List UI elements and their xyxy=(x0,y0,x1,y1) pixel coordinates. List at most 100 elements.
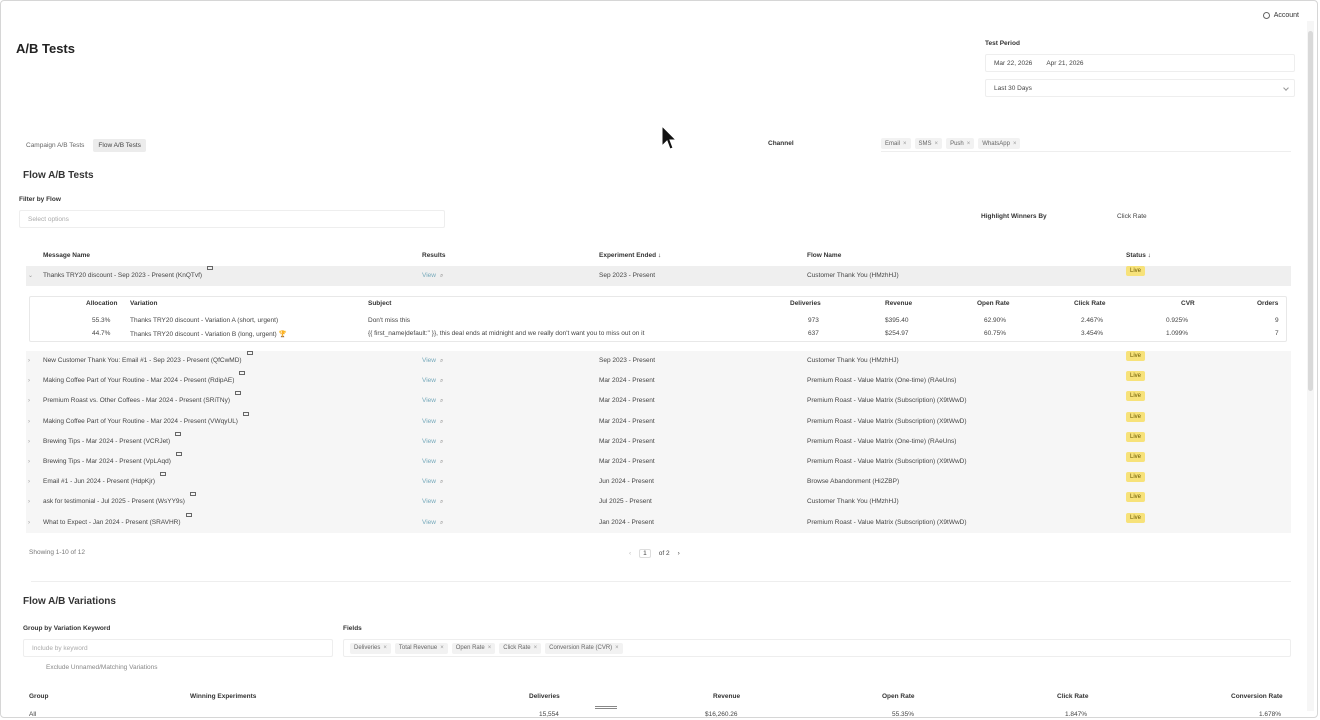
chevron-right-icon[interactable]: › xyxy=(28,432,30,452)
tab-campaign-ab-tests[interactable]: Campaign A/B Tests xyxy=(21,139,89,152)
channel-chip-email[interactable]: Email × xyxy=(881,138,911,149)
close-icon[interactable]: × xyxy=(534,645,538,651)
next-page-button[interactable]: › xyxy=(678,550,680,557)
close-icon[interactable]: × xyxy=(488,645,492,651)
field-chip-open-rate[interactable]: Open Rate × xyxy=(451,642,496,654)
status-badge: Live xyxy=(1126,411,1146,422)
click-rate: 2.467% xyxy=(1081,317,1104,324)
table-row[interactable]: › Brewing Tips - Mar 2024 - Present (VpL… xyxy=(26,451,1291,473)
cvr: 1.099% xyxy=(1166,330,1189,337)
exclude-checkbox[interactable]: Exclude Unnamed/Matching Variations xyxy=(46,664,158,671)
close-icon[interactable]: × xyxy=(935,141,939,147)
period-preset-select[interactable]: Last 30 Days xyxy=(985,79,1295,97)
col-flow-name[interactable]: Flow Name xyxy=(807,252,841,259)
chevron-right-icon[interactable]: › xyxy=(28,492,30,512)
account-menu[interactable]: Account xyxy=(1262,12,1299,19)
table-row[interactable]: › Making Coffee Part of Your Routine - M… xyxy=(26,371,1291,392)
chevron-right-icon[interactable]: › xyxy=(28,371,30,391)
close-icon[interactable]: × xyxy=(903,141,907,147)
field-chip-deliveries[interactable]: Deliveries × xyxy=(350,642,391,654)
results-cell[interactable]: View ⌕ xyxy=(422,371,443,391)
col-status[interactable]: Status ↓ xyxy=(1126,252,1151,259)
chevron-right-icon[interactable]: › xyxy=(28,472,30,492)
col-revenue: Revenue xyxy=(713,693,741,700)
flow-name: Premium Roast - Value Matrix (Subscripti… xyxy=(807,518,967,526)
message-name: Email #1 - Jun 2024 - Present (HdpKjr) xyxy=(43,472,166,492)
group-keyword-input[interactable]: Include by keyword xyxy=(23,639,333,657)
experiment-ended: Jul 2025 - Present xyxy=(599,498,652,506)
close-icon[interactable]: × xyxy=(967,141,971,147)
results-cell[interactable]: View ⌕ xyxy=(422,452,443,472)
results-cell[interactable]: View ⌕ xyxy=(422,472,443,492)
view-link[interactable]: View xyxy=(422,498,436,505)
view-link[interactable]: View xyxy=(422,458,436,465)
table-row[interactable]: › Brewing Tips - Mar 2024 - Present (VCR… xyxy=(26,431,1291,452)
table-row[interactable]: › Premium Roast vs. Other Coffees - Mar … xyxy=(26,391,1291,412)
table-row[interactable]: › Making Coffee Part of Your Routine - M… xyxy=(26,411,1291,432)
date-range-picker[interactable]: Mar 22, 2026 Apr 21, 2026 xyxy=(985,54,1295,72)
message-name: Making Coffee Part of Your Routine - Mar… xyxy=(43,411,249,432)
current-page[interactable]: 1 xyxy=(639,549,651,558)
flow-filter-input[interactable]: Select options xyxy=(19,210,445,228)
col-experiment-ended[interactable]: Experiment Ended ↓ xyxy=(599,252,661,259)
col-allocation: Allocation xyxy=(86,300,118,307)
flow-name: Premium Roast - Value Matrix (One-time) … xyxy=(807,437,957,445)
variation-name: Thanks TRY20 discount - Variation B (lon… xyxy=(130,331,287,338)
view-link[interactable]: View xyxy=(422,418,436,425)
revenue: $254.97 xyxy=(885,330,909,337)
results-cell[interactable]: View ⌕ xyxy=(422,412,443,432)
results-cell[interactable]: View ⌕ xyxy=(422,432,443,452)
channel-chip-sms[interactable]: SMS × xyxy=(914,138,943,149)
field-chip-total-revenue[interactable]: Total Revenue × xyxy=(394,642,448,654)
close-icon[interactable]: × xyxy=(440,645,444,651)
drag-handle[interactable] xyxy=(595,706,617,709)
view-link[interactable]: View xyxy=(422,397,436,404)
col-message-name[interactable]: Message Name xyxy=(43,252,90,259)
view-link[interactable]: View xyxy=(422,377,436,384)
table-row[interactable]: › Email #1 - Jun 2024 - Present (HdpKjr)… xyxy=(26,472,1291,493)
table-row[interactable]: › New Customer Thank You: Email #1 - Sep… xyxy=(26,351,1291,372)
table-row[interactable]: ⌄ Thanks TRY20 discount - Sep 2023 - Pre… xyxy=(26,266,1291,287)
view-link[interactable]: View xyxy=(422,357,436,364)
test-period-label: Test Period xyxy=(985,40,1020,47)
close-icon[interactable]: × xyxy=(1013,141,1017,147)
fields-multiselect[interactable]: Deliveries × Total Revenue × Open Rate × Cl… xyxy=(343,639,1291,657)
prev-page-button[interactable]: ‹ xyxy=(629,550,631,557)
status-badge: Live xyxy=(1126,391,1146,402)
message-name: Thanks TRY20 discount - Sep 2023 - Prese… xyxy=(43,266,214,286)
results-cell[interactable]: View ⌕ xyxy=(422,391,443,411)
channel-chip-whatsapp[interactable]: WhatsApp × xyxy=(978,138,1021,149)
table-row[interactable]: › What to Expect - Jan 2024 - Present (S… xyxy=(26,512,1291,533)
message-name: What to Expect - Jan 2024 - Present (SRA… xyxy=(43,512,192,533)
email-icon xyxy=(239,371,246,376)
chevron-down-icon[interactable]: ⌄ xyxy=(28,266,33,286)
open-rate: 62.90% xyxy=(984,317,1007,324)
chevron-right-icon[interactable]: › xyxy=(28,513,30,533)
field-chip-click-rate[interactable]: Click Rate × xyxy=(499,642,542,654)
tab-flow-ab-tests[interactable]: Flow A/B Tests xyxy=(93,139,146,152)
channel-multiselect[interactable]: Email × SMS × Push × WhatsApp × xyxy=(881,138,1291,152)
flow-name: Premium Roast - Value Matrix (Subscripti… xyxy=(807,397,967,405)
field-chip-cvr[interactable]: Conversion Rate (CVR) × xyxy=(545,642,623,654)
view-link[interactable]: View xyxy=(422,438,436,445)
scrollbar-thumb[interactable] xyxy=(1308,31,1313,391)
chevron-right-icon[interactable]: › xyxy=(28,351,30,371)
highlight-winners-select[interactable]: Click Rate xyxy=(1117,213,1147,220)
pagination: ‹ 1 of 2 › xyxy=(629,549,680,558)
results-cell[interactable]: View ⌕ xyxy=(422,351,443,371)
close-icon[interactable]: × xyxy=(383,645,387,651)
chevron-right-icon[interactable]: › xyxy=(28,412,30,432)
results-cell[interactable]: View ⌕ xyxy=(422,492,443,512)
subject: Don't miss this xyxy=(368,317,411,324)
view-link[interactable]: View xyxy=(422,478,436,485)
view-link[interactable]: View xyxy=(422,272,436,279)
table-row[interactable]: › ask for testimonial - Jul 2025 - Prese… xyxy=(26,492,1291,513)
results-cell[interactable]: View ⌕ xyxy=(422,513,443,533)
close-icon[interactable]: × xyxy=(615,645,619,651)
col-orders: Orders xyxy=(1257,300,1279,307)
view-link[interactable]: View xyxy=(422,519,436,526)
channel-chip-push[interactable]: Push × xyxy=(946,138,975,149)
chevron-right-icon[interactable]: › xyxy=(28,452,30,472)
results-cell[interactable]: View ⌕ xyxy=(422,266,443,286)
chevron-right-icon[interactable]: › xyxy=(28,391,30,411)
